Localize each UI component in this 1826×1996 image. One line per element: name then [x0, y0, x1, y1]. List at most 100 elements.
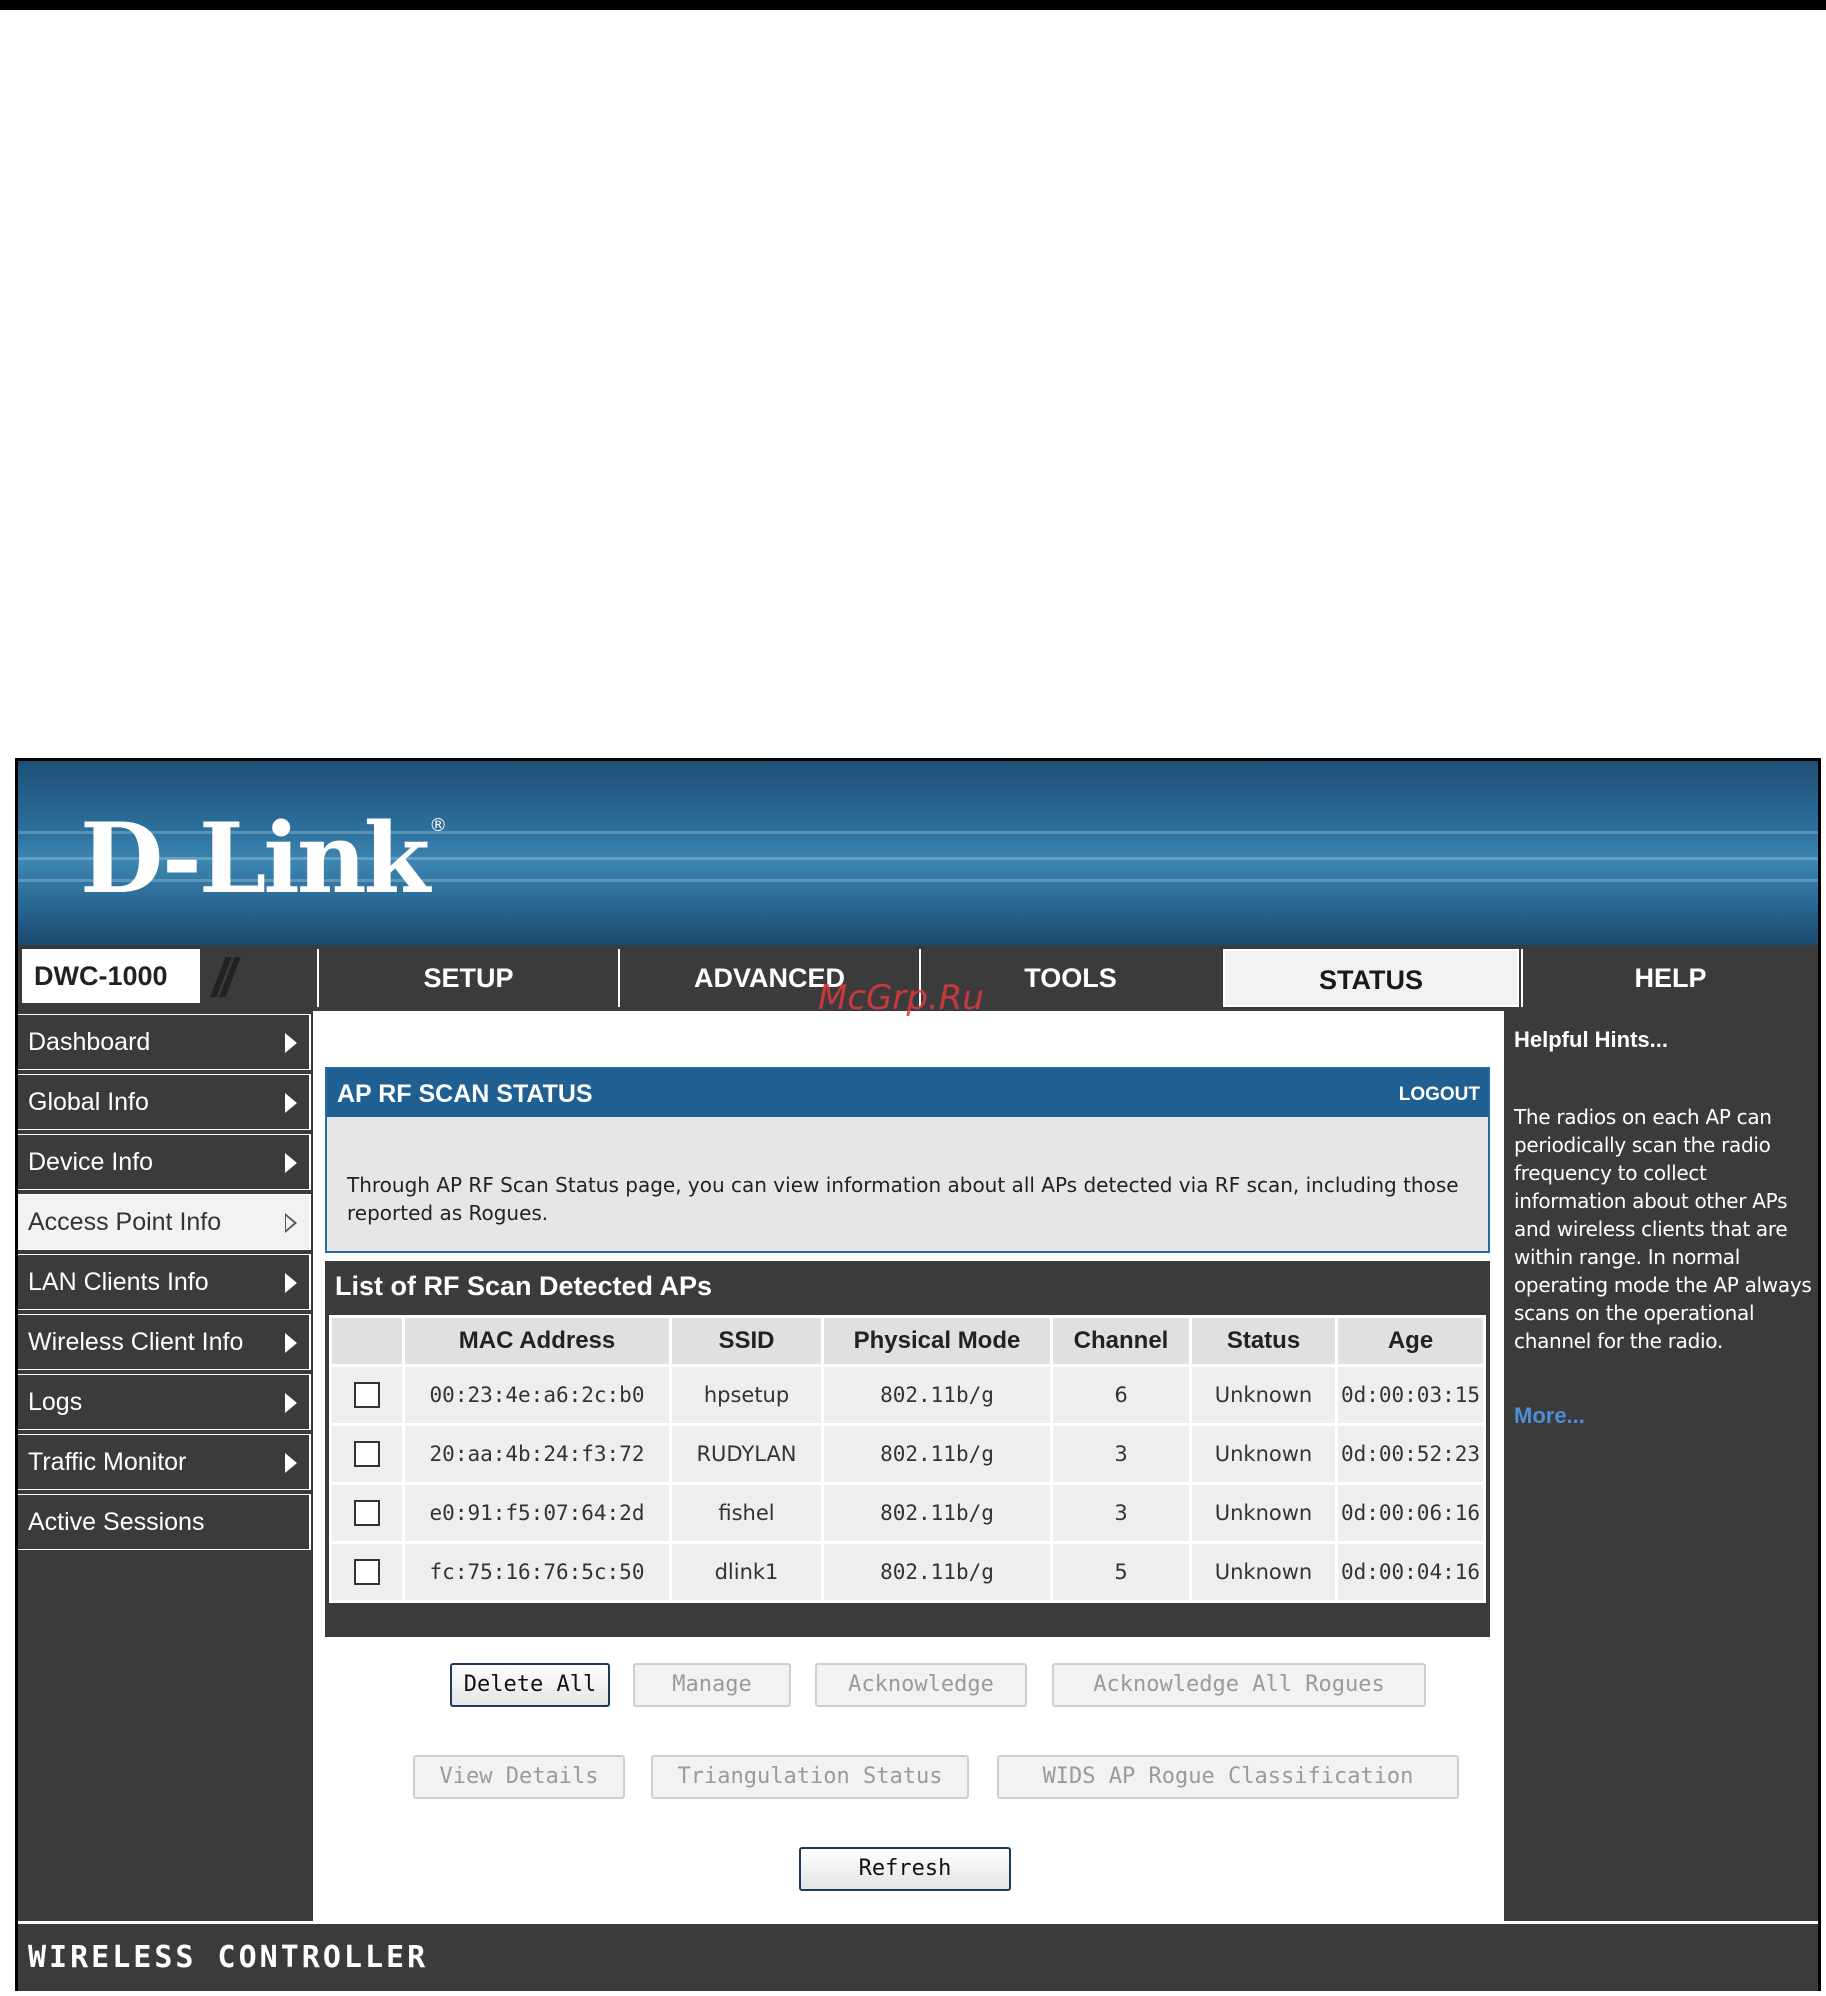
logout-link[interactable]: LOGOUT: [1399, 1084, 1480, 1106]
mode-cell: 802.11b/g: [821, 1364, 1053, 1426]
age-cell: 0d:00:52:23: [1335, 1423, 1486, 1485]
sidebar-item-traffic-monitor[interactable]: Traffic Monitor: [18, 1434, 311, 1490]
sidebar-item-access-point-info[interactable]: Access Point Info: [18, 1194, 311, 1250]
sidebar-item-label: Access Point Info: [28, 1208, 222, 1236]
ap-table: MAC Address SSID Physical Mode Channel S…: [329, 1315, 1486, 1603]
status-cell: Unknown: [1189, 1482, 1338, 1544]
mac-cell: fc:75:16:76:5c:50: [402, 1541, 672, 1603]
ssid-cell: RUDYLAN: [669, 1423, 824, 1485]
ssid-cell: hpsetup: [669, 1364, 824, 1426]
column-header-physical-mode: Physical Mode: [821, 1315, 1053, 1367]
select-cell: [329, 1482, 405, 1544]
acknowledge-button[interactable]: Acknowledge: [815, 1663, 1027, 1707]
arrow-right-icon: [285, 1273, 297, 1293]
footer-label: WIRELESS CONTROLLER: [28, 1940, 429, 1975]
column-header-mac: MAC Address: [402, 1315, 672, 1367]
sidebar-item-label: Device Info: [28, 1148, 154, 1176]
column-header-channel: Channel: [1050, 1315, 1192, 1367]
table-row: e0:91:f5:07:64:2d fishel 802.11b/g 3 Unk…: [329, 1482, 1486, 1544]
mac-cell: e0:91:f5:07:64:2d: [402, 1482, 672, 1544]
main-content: AP RF SCAN STATUS LOGOUT Through AP RF S…: [313, 1011, 1504, 1923]
header-banner: D-Link ®: [18, 761, 1818, 945]
select-column-header: [329, 1315, 405, 1367]
dlink-logo: D-Link ®: [80, 802, 447, 915]
model-label: DWC-1000: [34, 961, 168, 991]
mac-cell: 20:aa:4b:24:f3:72: [402, 1423, 672, 1485]
model-badge: DWC-1000 //: [22, 948, 317, 1008]
sidebar-item-logs[interactable]: Logs: [18, 1374, 311, 1430]
app-window: D-Link ® DWC-1000 // SETUP ADVANCED TOOLS…: [15, 758, 1821, 1991]
mode-cell: 802.11b/g: [821, 1482, 1053, 1544]
detected-aps-panel: List of RF Scan Detected APs MAC Address…: [325, 1261, 1490, 1637]
sidebar-item-label: Dashboard: [28, 1028, 151, 1056]
hints-title: Helpful Hints...: [1514, 1027, 1668, 1052]
ssid-cell: dlink1: [669, 1541, 824, 1603]
age-cell: 0d:00:04:16: [1335, 1541, 1486, 1603]
sidebar-item-label: Wireless Client Info: [28, 1328, 244, 1356]
refresh-button[interactable]: Refresh: [799, 1847, 1011, 1891]
sidebar-item-dashboard[interactable]: Dashboard: [18, 1014, 311, 1070]
sidebar-item-active-sessions[interactable]: Active Sessions: [18, 1494, 311, 1550]
hints-text: The radios on each AP can periodically s…: [1514, 1105, 1812, 1353]
sidebar-item-label: Traffic Monitor: [28, 1448, 187, 1476]
mode-cell: 802.11b/g: [821, 1541, 1053, 1603]
sidebar-item-wireless-client-info[interactable]: Wireless Client Info: [18, 1314, 311, 1370]
mac-cell: 00:23:4e:a6:2c:b0: [402, 1364, 672, 1426]
arrow-right-icon: [285, 1153, 297, 1173]
manage-button[interactable]: Manage: [633, 1663, 791, 1707]
channel-cell: 3: [1050, 1423, 1192, 1485]
status-cell: Unknown: [1189, 1423, 1338, 1485]
row-checkbox[interactable]: [354, 1441, 380, 1467]
table-header-row: MAC Address SSID Physical Mode Channel S…: [329, 1315, 1486, 1367]
more-link[interactable]: More...: [1514, 1403, 1585, 1429]
table-row: fc:75:16:76:5c:50 dlink1 802.11b/g 5 Unk…: [329, 1541, 1486, 1603]
select-cell: [329, 1541, 405, 1603]
status-cell: Unknown: [1189, 1364, 1338, 1426]
top-border: [0, 0, 1826, 10]
page-description: Through AP RF Scan Status page, you can …: [347, 1173, 1459, 1225]
sidebar-item-label: Logs: [28, 1388, 83, 1416]
helpful-hints-panel: Helpful Hints... The radios on each AP c…: [1504, 1011, 1818, 1923]
arrow-right-outline-icon: [285, 1213, 297, 1233]
row-checkbox[interactable]: [354, 1382, 380, 1408]
channel-cell: 5: [1050, 1541, 1192, 1603]
acknowledge-all-rogues-button[interactable]: Acknowledge All Rogues: [1052, 1663, 1426, 1707]
row-checkbox[interactable]: [354, 1500, 380, 1526]
slash-decoration-icon: //: [212, 948, 236, 1008]
channel-cell: 6: [1050, 1364, 1192, 1426]
sidebar-item-label: Active Sessions: [28, 1508, 205, 1536]
table-row: 20:aa:4b:24:f3:72 RUDYLAN 802.11b/g 3 Un…: [329, 1423, 1486, 1485]
panel-header: AP RF SCAN STATUS LOGOUT: [327, 1069, 1488, 1117]
arrow-right-icon: [285, 1033, 297, 1053]
arrow-right-icon: [285, 1393, 297, 1413]
channel-cell: 3: [1050, 1482, 1192, 1544]
tab-status[interactable]: STATUS: [1223, 949, 1519, 1007]
column-header-age: Age: [1335, 1315, 1486, 1367]
age-cell: 0d:00:03:15: [1335, 1364, 1486, 1426]
column-header-status: Status: [1189, 1315, 1338, 1367]
mode-cell: 802.11b/g: [821, 1423, 1053, 1485]
wids-ap-rogue-classification-button[interactable]: WIDS AP Rogue Classification: [997, 1755, 1459, 1799]
column-header-ssid: SSID: [669, 1315, 824, 1367]
sidebar-item-global-info[interactable]: Global Info: [18, 1074, 311, 1130]
table-row: 00:23:4e:a6:2c:b0 hpsetup 802.11b/g 6 Un…: [329, 1364, 1486, 1426]
sidebar-item-label: LAN Clients Info: [28, 1268, 209, 1296]
sidebar: Dashboard Global Info Device Info Access…: [18, 1011, 311, 1931]
sidebar-item-label: Global Info: [28, 1088, 149, 1116]
tab-setup[interactable]: SETUP: [317, 949, 618, 1007]
tab-help[interactable]: HELP: [1521, 949, 1818, 1007]
watermark: McGrp.Ru: [818, 978, 984, 1018]
footer: WIRELESS CONTROLLER: [18, 1921, 1818, 1991]
ssid-cell: fishel: [669, 1482, 824, 1544]
sidebar-item-device-info[interactable]: Device Info: [18, 1134, 311, 1190]
row-checkbox[interactable]: [354, 1559, 380, 1585]
sidebar-item-lan-clients-info[interactable]: LAN Clients Info: [18, 1254, 311, 1310]
arrow-right-icon: [285, 1093, 297, 1113]
triangulation-status-button[interactable]: Triangulation Status: [651, 1755, 969, 1799]
status-cell: Unknown: [1189, 1541, 1338, 1603]
page-title: AP RF SCAN STATUS: [337, 1080, 593, 1108]
view-details-button[interactable]: View Details: [413, 1755, 625, 1799]
select-cell: [329, 1364, 405, 1426]
age-cell: 0d:00:06:16: [1335, 1482, 1486, 1544]
delete-all-button[interactable]: Delete All: [450, 1663, 610, 1707]
